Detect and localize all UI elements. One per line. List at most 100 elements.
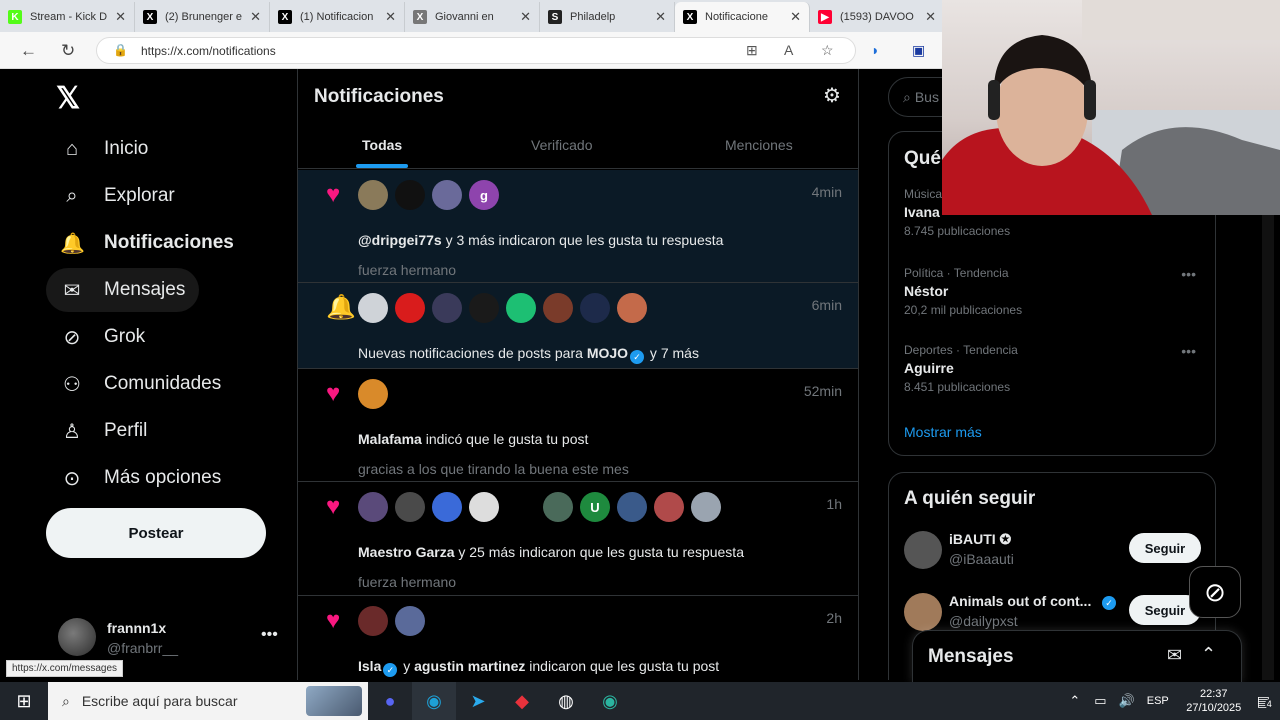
notification-row[interactable]: 🔔 6min Nuevas notificaciones de posts para… xyxy=(298,283,858,369)
avatar[interactable] xyxy=(469,293,499,323)
clock[interactable]: 22:37 27/10/2025 xyxy=(1179,687,1249,715)
language-indicator[interactable]: ESP xyxy=(1147,695,1169,707)
avatar[interactable] xyxy=(580,293,610,323)
new-message-icon[interactable]: ✉ xyxy=(1167,645,1182,666)
user-name-link[interactable]: Maestro Garza xyxy=(358,544,454,560)
tab-todas[interactable]: Todas xyxy=(356,122,409,168)
avatar[interactable] xyxy=(432,293,462,323)
close-tab-icon[interactable]: ✕ xyxy=(385,9,396,25)
close-tab-icon[interactable]: ✕ xyxy=(655,9,666,25)
avatar[interactable] xyxy=(506,492,536,522)
notification-row[interactable]: ♥ 52min Malafama indicó que le gusta tu po… xyxy=(298,369,858,482)
obs-app-icon[interactable]: ◍ xyxy=(544,682,588,720)
account-switcher[interactable]: frannn1x @franbrr__ ••• xyxy=(58,614,288,660)
extension-icon[interactable]: ◗ xyxy=(871,42,879,58)
avatar[interactable] xyxy=(904,593,942,631)
avatar[interactable]: g xyxy=(469,180,499,210)
avatar[interactable] xyxy=(654,492,684,522)
trend-item[interactable]: Deportes · Tendencia Aguirre 8.451 publica… xyxy=(904,343,1204,394)
notification-row[interactable]: ♥ g 4min @dripgei77s y 3 más indicaron que … xyxy=(298,170,858,283)
browser-tab[interactable]: X Giovanni en ✕ xyxy=(405,2,540,32)
notification-row[interactable]: ♥ 2h Isla ✓ y agustin martinez indicaron qu… xyxy=(298,596,858,680)
avatar[interactable] xyxy=(904,531,942,569)
trend-item[interactable]: Política · Tendencia Néstor 20,2 mil publi… xyxy=(904,266,1204,317)
user-name-link[interactable]: agustin martinez xyxy=(414,658,525,674)
notification-row[interactable]: ♥ U 1h Maestro Garza y 25 más indicaron que… xyxy=(298,482,858,596)
avatar[interactable] xyxy=(691,492,721,522)
follow-suggestion[interactable]: Animals out of cont... @dailypxst Seguir ✓ xyxy=(904,591,1204,633)
avatar[interactable] xyxy=(543,492,573,522)
sidebar-item-perfil[interactable]: ♙ Perfil xyxy=(46,409,161,453)
avatar[interactable] xyxy=(395,293,425,323)
sidebar-item-notificaciones[interactable]: 🔔 Notificaciones xyxy=(46,221,248,265)
x-logo-icon[interactable]: 𝕏 xyxy=(56,81,80,116)
browser-tab[interactable]: ▶ (1593) DAVOO ✕ xyxy=(810,2,945,32)
notification-time[interactable]: 1h xyxy=(826,496,842,512)
avatar[interactable] xyxy=(432,180,462,210)
volume-icon[interactable]: 🔊 xyxy=(1119,693,1135,709)
sidebar-item-mensajes[interactable]: ✉ Mensajes xyxy=(46,268,200,312)
close-tab-icon[interactable]: ✕ xyxy=(115,9,126,25)
apps-icon[interactable]: ⊞ xyxy=(746,42,758,59)
notification-time[interactable]: 2h xyxy=(826,610,842,626)
user-name-link[interactable]: @dripgei77s xyxy=(358,232,442,248)
close-tab-icon[interactable]: ✕ xyxy=(790,9,801,25)
edge-beta-app-icon[interactable]: ◉ xyxy=(588,682,632,720)
tray-chevron-icon[interactable]: ⌃ xyxy=(1069,693,1080,709)
more-dots-icon[interactable]: ••• xyxy=(1181,343,1196,359)
settings-gear-icon[interactable]: ⚙ xyxy=(823,83,841,108)
extension-2-icon[interactable]: ▣ xyxy=(912,42,925,59)
avatar[interactable] xyxy=(358,492,388,522)
avatar[interactable] xyxy=(543,293,573,323)
refresh-icon[interactable]: ↻ xyxy=(61,41,75,61)
avatar[interactable] xyxy=(395,180,425,210)
avatar[interactable] xyxy=(432,492,462,522)
expand-up-icon[interactable]: ⌃ xyxy=(1201,644,1216,665)
avatar[interactable] xyxy=(395,492,425,522)
avatar[interactable]: U xyxy=(580,492,610,522)
tab-menciones[interactable]: Menciones xyxy=(725,122,793,168)
follow-button[interactable]: Seguir xyxy=(1129,533,1201,563)
more-dots-icon[interactable]: ••• xyxy=(261,626,278,644)
avatar[interactable] xyxy=(358,293,388,323)
avatar[interactable] xyxy=(617,293,647,323)
avatar[interactable] xyxy=(617,492,647,522)
avatar[interactable] xyxy=(469,492,499,522)
sidebar-item-inicio[interactable]: ⌂ Inicio xyxy=(46,127,162,171)
more-dots-icon[interactable]: ••• xyxy=(1181,266,1196,282)
grok-floating-button[interactable]: ⊘ xyxy=(1189,566,1241,618)
show-more-link[interactable]: Mostrar más xyxy=(904,424,982,440)
telegram-app-icon[interactable]: ➤ xyxy=(456,682,500,720)
user-name-link[interactable]: Isla xyxy=(358,658,381,674)
discord-app-icon[interactable]: ● xyxy=(368,682,412,720)
sidebar-item-mas-opciones[interactable]: ⊙ Más opciones xyxy=(46,456,235,500)
avatar[interactable] xyxy=(358,606,388,636)
close-tab-icon[interactable]: ✕ xyxy=(520,9,531,25)
scrollbar[interactable] xyxy=(1262,215,1274,680)
taskbar-search[interactable]: ⌕ Escribe aquí para buscar xyxy=(48,682,368,720)
sidebar-item-grok[interactable]: ⊘ Grok xyxy=(46,315,159,359)
back-icon[interactable]: ← xyxy=(20,41,37,61)
notification-center-icon[interactable]: ▤ 4 xyxy=(1257,693,1274,710)
post-button[interactable]: Postear xyxy=(46,508,266,558)
avatar[interactable] xyxy=(358,379,388,409)
user-name-link[interactable]: Malafama xyxy=(358,431,422,447)
browser-tab[interactable]: S Philadelp ✕ xyxy=(540,2,675,32)
avatar[interactable] xyxy=(395,606,425,636)
avatar[interactable] xyxy=(358,180,388,210)
sidebar-item-explorar[interactable]: ⌕ Explorar xyxy=(46,174,189,218)
browser-tab[interactable]: X (2) Brunenger e ✕ xyxy=(135,2,270,32)
user-name-link[interactable]: MOJO xyxy=(587,345,628,361)
sidebar-item-comunidades[interactable]: ⚇ Comunidades xyxy=(46,362,235,406)
network-icon[interactable]: ▭ xyxy=(1094,693,1106,709)
notification-time[interactable]: 4min xyxy=(812,184,842,200)
app-red-icon[interactable]: ◆ xyxy=(500,682,544,720)
windows-start-icon[interactable]: ⊞ xyxy=(0,682,48,720)
notification-time[interactable]: 52min xyxy=(804,383,842,399)
notification-time[interactable]: 6min xyxy=(812,297,842,313)
read-aloud-icon[interactable]: A xyxy=(784,42,793,58)
browser-tab[interactable]: X (1) Notificacion ✕ xyxy=(270,2,405,32)
messages-dock[interactable]: Mensajes ✉ ⌃ xyxy=(912,630,1242,682)
tab-verificado[interactable]: Verificado xyxy=(531,122,592,168)
url-field[interactable]: 🔒 https://x.com/notifications xyxy=(96,37,856,64)
